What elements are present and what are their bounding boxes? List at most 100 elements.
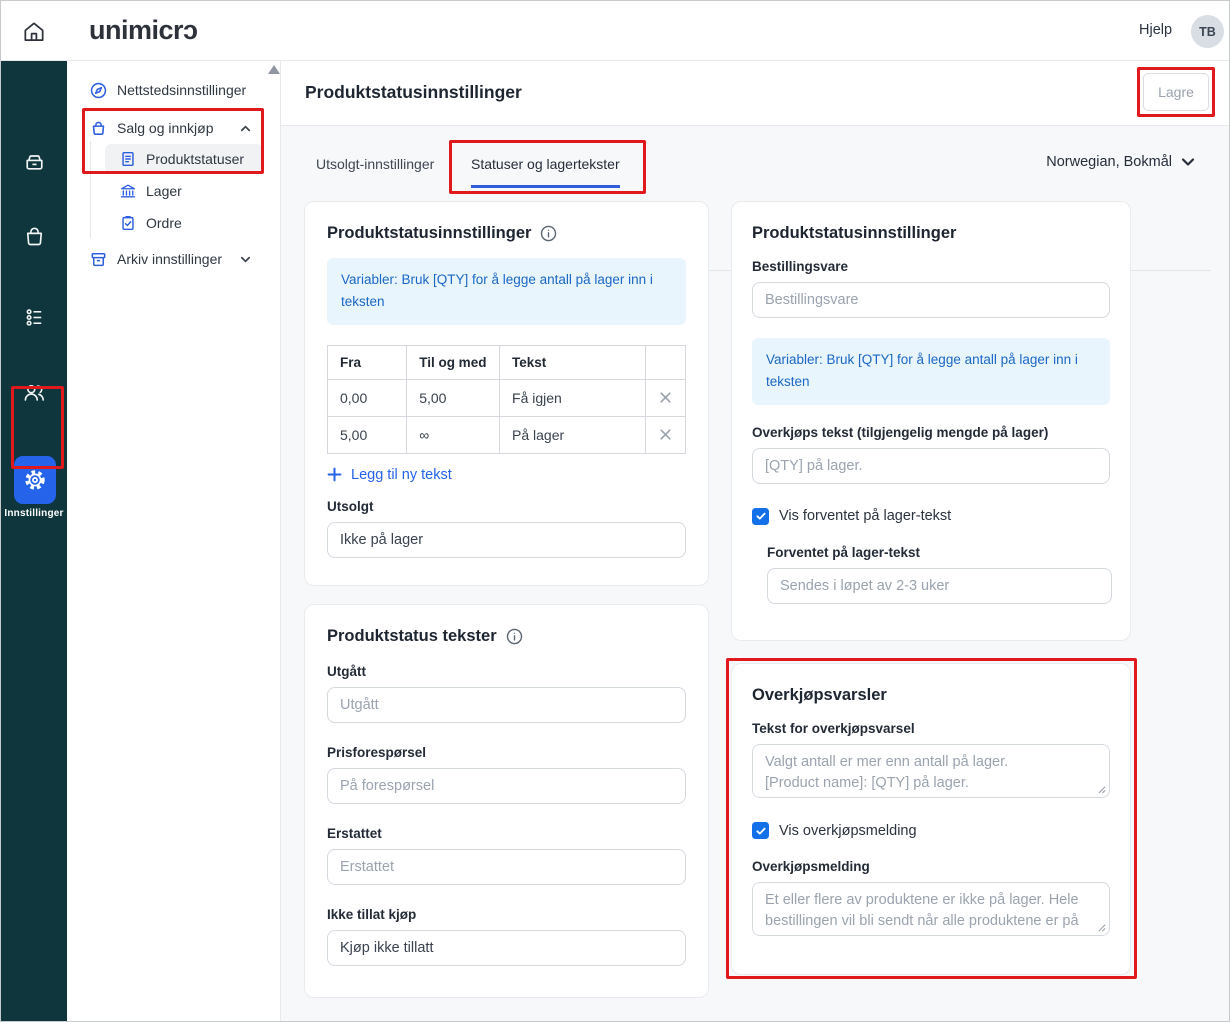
tab-statuser-og-lagertekster[interactable]: Statuser og lagertekster: [471, 156, 620, 188]
varsel-label: Tekst for overkjøpsvarsel: [752, 721, 1110, 736]
table-row: 5,00 ∞ På lager: [328, 416, 686, 453]
people-icon: [20, 379, 48, 407]
card-title: Produktstatusinnstillinger: [752, 224, 956, 243]
card-produktstatusinnstillinger-right: Produktstatusinnstillinger Bestillingsva…: [731, 201, 1131, 641]
settings-label: Innstillinger: [1, 508, 67, 519]
chevron-down-icon: [239, 253, 252, 266]
sidebar-item-salg-og-innkjop[interactable]: Salg og innkjøp: [67, 113, 280, 143]
table-row: 0,00 5,00 Få igjen: [328, 379, 686, 416]
bulleted-list-icon: [21, 304, 48, 331]
forventet-label: Forventet på lager-tekst: [767, 545, 1110, 560]
plus-icon: [327, 467, 342, 482]
compass-icon: [89, 81, 108, 100]
ikke-tillat-kjop-label: Ikke tillat kjøp: [327, 907, 686, 922]
utsolgt-label: Utsolgt: [327, 499, 686, 514]
main-content: Produktstatusinnstillinger Lagre Utsolgt…: [281, 61, 1230, 1022]
bestillingsvare-input[interactable]: [752, 282, 1110, 318]
delete-row-button[interactable]: [658, 427, 673, 442]
rail-item-sales[interactable]: [1, 214, 67, 258]
top-bar: unimicrɔ Hjelp TB: [1, 1, 1230, 61]
content-header: Produktstatusinnstillinger Lagre: [281, 61, 1230, 126]
overkjops-tekst-label: Overkjøps tekst (tilgjengelig mengde på …: [752, 425, 1110, 440]
unimicro-logo: unimicrɔ: [89, 1, 198, 61]
utgatt-label: Utgått: [327, 664, 686, 679]
chevron-up-icon: [239, 122, 252, 135]
language-label: Norwegian, Bokmål: [1046, 154, 1172, 170]
rail-item-users[interactable]: [1, 371, 67, 415]
sidebar-item-arkiv-innstillinger[interactable]: Arkiv innstillinger: [67, 244, 280, 274]
varsel-textarea[interactable]: [752, 744, 1110, 798]
close-icon: [658, 390, 673, 405]
chevron-down-icon: [1180, 154, 1196, 170]
card-title: Overkjøpsvarsler: [752, 686, 887, 705]
sidebar-item-lager[interactable]: Lager: [67, 176, 280, 205]
column-header-fra: Fra: [328, 345, 407, 379]
variables-hint: Variabler: Bruk [QTY] for å legge antall…: [327, 258, 686, 325]
card-title: Produktstatus tekster: [327, 627, 497, 646]
document-list-icon: [119, 150, 137, 168]
card-produktstatusinnstillinger-ranges: Produktstatusinnstillinger Variabler: Br…: [304, 201, 709, 586]
erstattet-input[interactable]: [327, 849, 686, 885]
cell-tekst[interactable]: Få igjen: [500, 379, 646, 416]
save-button[interactable]: Lagre: [1143, 73, 1209, 111]
overkjopsmelding-textarea[interactable]: [752, 882, 1110, 936]
checkbox-label: Vis overkjøpsmelding: [779, 823, 917, 839]
cell-til[interactable]: 5,00: [407, 379, 500, 416]
rail-item-settings[interactable]: [14, 456, 56, 504]
shopping-bag-icon: [21, 223, 48, 250]
cell-til-infinity[interactable]: ∞: [407, 416, 500, 453]
rail-item-lists[interactable]: [1, 295, 67, 339]
prisforesporsel-input[interactable]: [327, 768, 686, 804]
close-icon: [658, 427, 673, 442]
column-header-til-og-med: Til og med: [407, 345, 500, 379]
variables-hint: Variabler: Bruk [QTY] for å legge antall…: [752, 338, 1110, 405]
forventet-input[interactable]: [767, 568, 1112, 604]
tab-utsolgt-innstillinger[interactable]: Utsolgt-innstillinger: [316, 156, 434, 185]
utgatt-input[interactable]: [327, 687, 686, 723]
tab-bar: Utsolgt-innstillinger Statuser og lagert…: [281, 146, 1230, 186]
checkbox-checked-icon[interactable]: [752, 822, 769, 839]
delete-row-button[interactable]: [658, 390, 673, 405]
gear-icon: [23, 468, 47, 492]
sidebar-item-ordre[interactable]: Ordre: [67, 208, 280, 237]
status-ranges-table: Fra Til og med Tekst 0,00 5,00 Få igjen: [327, 345, 686, 454]
bestillingsvare-label: Bestillingsvare: [752, 259, 1110, 274]
cell-tekst[interactable]: På lager: [500, 416, 646, 453]
vis-forventet-checkbox-row[interactable]: Vis forventet på lager-tekst: [752, 508, 1110, 525]
help-link[interactable]: Hjelp: [1139, 22, 1172, 38]
settings-sidebar: Nettstedsinnstillinger Salg og innkjøp: [67, 61, 281, 1022]
ikke-tillat-kjop-input[interactable]: [327, 930, 686, 966]
prisforesporsel-label: Prisforespørsel: [327, 745, 686, 760]
utsolgt-input[interactable]: [327, 522, 686, 558]
checkbox-checked-icon[interactable]: [752, 508, 769, 525]
erstattet-label: Erstattet: [327, 826, 686, 841]
column-header-tekst: Tekst: [500, 345, 646, 379]
cell-fra[interactable]: 5,00: [328, 416, 407, 453]
archive-box-icon: [89, 250, 108, 269]
card-produktstatus-tekster: Produktstatus tekster Utgått Prisforespø…: [304, 604, 709, 998]
sidebar-item-nettstedsinnstillinger[interactable]: Nettstedsinnstillinger: [67, 75, 280, 105]
clipboard-check-icon: [119, 214, 137, 232]
sidebar-item-produktstatuser[interactable]: Produktstatuser: [105, 144, 263, 173]
scroll-up-icon[interactable]: [268, 65, 280, 74]
checkbox-label: Vis forventet på lager-tekst: [779, 508, 951, 524]
card-overkjopsvarsler: Overkjøpsvarsler Tekst for overkjøpsvars…: [731, 663, 1131, 975]
info-icon[interactable]: [540, 225, 557, 242]
primary-sidebar: Innstillinger: [1, 61, 67, 1022]
column-header-actions: [645, 345, 685, 379]
user-avatar[interactable]: TB: [1191, 15, 1224, 48]
overkjopsmelding-label: Overkjøpsmelding: [752, 859, 1110, 874]
drawer-icon: [21, 148, 48, 175]
app-window: unimicrɔ Hjelp TB: [0, 0, 1230, 1022]
info-icon[interactable]: [506, 628, 523, 645]
add-new-text-button[interactable]: Legg til ny tekst: [327, 467, 452, 483]
language-selector[interactable]: Norwegian, Bokmål: [1046, 154, 1196, 170]
cell-fra[interactable]: 0,00: [328, 379, 407, 416]
warehouse-icon: [119, 182, 137, 200]
page-title: Produktstatusinnstillinger: [305, 82, 522, 103]
home-button[interactable]: [21, 16, 53, 48]
overkjops-tekst-input[interactable]: [752, 448, 1110, 484]
rail-item-archive-drawer[interactable]: [1, 139, 67, 183]
shopping-bag-icon: [89, 119, 108, 138]
vis-overkjopsmelding-checkbox-row[interactable]: Vis overkjøpsmelding: [752, 822, 1110, 839]
